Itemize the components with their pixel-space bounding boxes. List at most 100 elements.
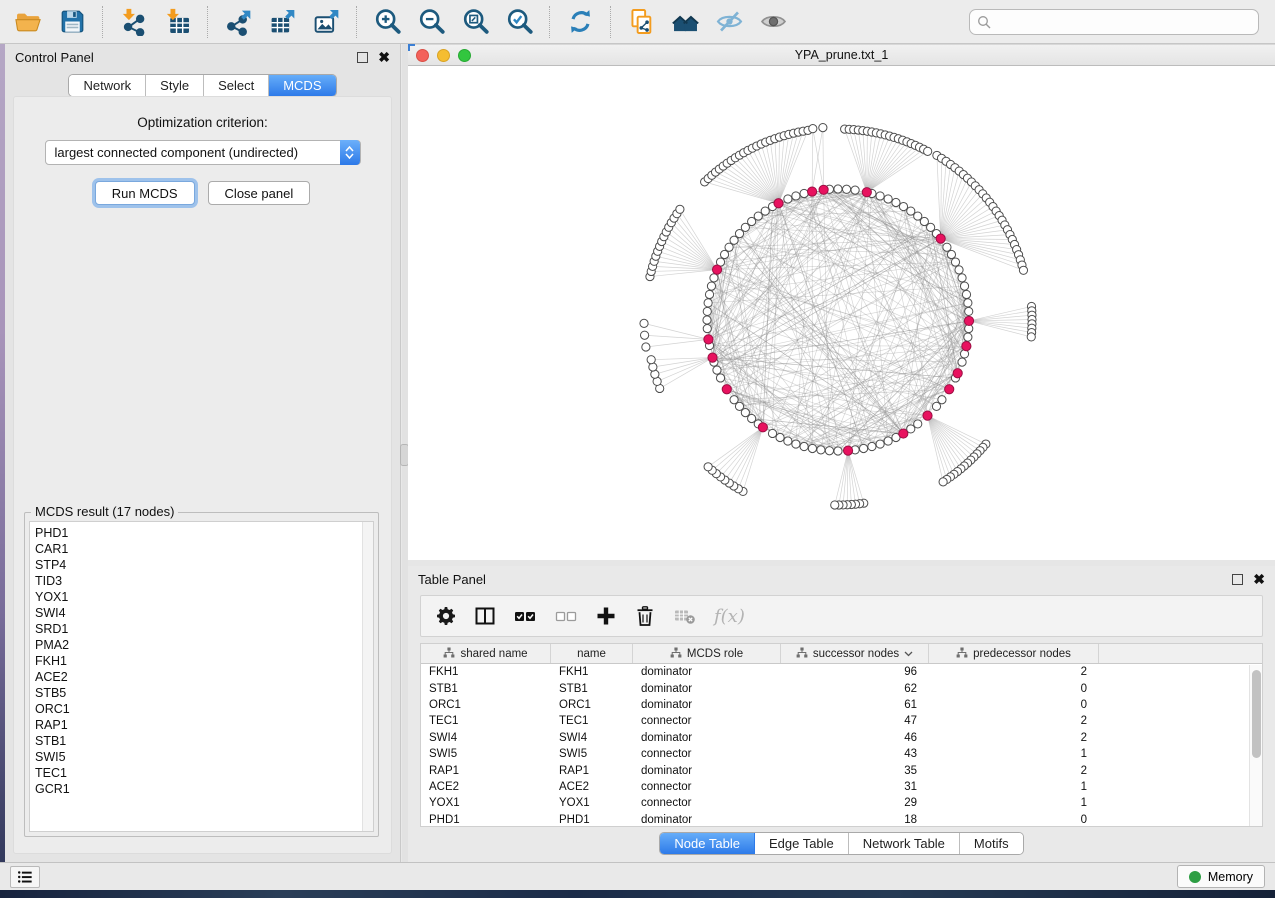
table-cell[interactable]: YOX1: [421, 797, 551, 809]
table-cell[interactable]: YOX1: [551, 797, 633, 809]
mcds-result-item[interactable]: STB5: [35, 685, 373, 701]
graph-node[interactable]: [868, 442, 876, 450]
save-session-icon[interactable]: [50, 3, 94, 41]
graph-hub-node[interactable]: [945, 385, 954, 394]
tab-node-table[interactable]: Node Table: [660, 833, 755, 854]
table-cell[interactable]: dominator: [633, 814, 781, 826]
import-network-icon[interactable]: [111, 3, 155, 41]
graph-node[interactable]: [716, 374, 724, 382]
column-header-successor-nodes[interactable]: successor nodes: [781, 644, 929, 663]
graph-node[interactable]: [703, 307, 711, 315]
tab-style[interactable]: Style: [146, 75, 204, 96]
graph-node[interactable]: [784, 437, 792, 445]
mcds-result-item[interactable]: SWI4: [35, 605, 373, 621]
graph-hub-node[interactable]: [899, 429, 908, 438]
graph-node[interactable]: [730, 396, 738, 404]
column-header-MCDS-role[interactable]: MCDS role: [633, 644, 781, 663]
mcds-result-item[interactable]: GCR1: [35, 781, 373, 797]
table-cell[interactable]: 1: [929, 797, 1099, 809]
graph-node[interactable]: [784, 195, 792, 203]
graph-node[interactable]: [720, 250, 728, 258]
table-cell[interactable]: 2: [929, 732, 1099, 744]
graph-node[interactable]: [965, 307, 973, 315]
table-row[interactable]: ACE2ACE2connector311: [421, 779, 1262, 795]
tab-edge-table[interactable]: Edge Table: [755, 833, 849, 854]
table-cell[interactable]: FKH1: [421, 666, 551, 678]
graph-hub-node[interactable]: [808, 187, 817, 196]
function-builder-icon[interactable]: f(x): [714, 606, 745, 627]
graph-node[interactable]: [703, 324, 711, 332]
graph-node[interactable]: [962, 290, 970, 298]
graph-node[interactable]: [834, 447, 842, 455]
split-view-icon[interactable]: [474, 605, 496, 627]
graph-hub-node[interactable]: [843, 446, 852, 455]
mcds-result-item[interactable]: PHD1: [35, 525, 373, 541]
graph-node[interactable]: [705, 290, 713, 298]
graph-node[interactable]: [761, 207, 769, 215]
table-cell[interactable]: dominator: [633, 683, 781, 695]
graph-node[interactable]: [647, 356, 655, 364]
table-cell[interactable]: TEC1: [421, 715, 551, 727]
graph-node[interactable]: [640, 331, 648, 339]
mcds-result-item[interactable]: TEC1: [35, 765, 373, 781]
graph-node[interactable]: [951, 258, 959, 266]
graph-node[interactable]: [676, 205, 684, 213]
graph-node[interactable]: [924, 147, 932, 155]
graph-node[interactable]: [907, 207, 915, 215]
add-column-icon[interactable]: [595, 605, 617, 627]
graph-hub-node[interactable]: [708, 353, 717, 362]
graph-hub-node[interactable]: [962, 342, 971, 351]
graph-hub-node[interactable]: [923, 411, 932, 420]
graph-node[interactable]: [713, 366, 721, 374]
new-network-from-selection-icon[interactable]: [619, 3, 663, 41]
table-cell[interactable]: 47: [781, 715, 929, 727]
table-cell[interactable]: 1: [929, 748, 1099, 760]
table-cell[interactable]: 1: [929, 781, 1099, 793]
close-panel-icon[interactable]: ✖: [378, 52, 390, 63]
table-cell[interactable]: TEC1: [551, 715, 633, 727]
graph-node[interactable]: [703, 316, 711, 324]
graph-node[interactable]: [792, 440, 800, 448]
table-row[interactable]: STB1STB1dominator620: [421, 680, 1262, 696]
graph-hub-node[interactable]: [722, 385, 731, 394]
graph-node[interactable]: [1027, 333, 1035, 341]
close-panel-button[interactable]: Close panel: [208, 181, 311, 205]
graph-hub-node[interactable]: [712, 265, 721, 274]
mcds-result-item[interactable]: SRD1: [35, 621, 373, 637]
float-panel-icon[interactable]: [357, 52, 368, 63]
graph-node[interactable]: [859, 444, 867, 452]
table-cell[interactable]: SWI4: [551, 732, 633, 744]
table-cell[interactable]: 2: [929, 765, 1099, 777]
graph-node[interactable]: [964, 333, 972, 341]
graph-node[interactable]: [914, 420, 922, 428]
graph-node[interactable]: [884, 195, 892, 203]
zoom-in-icon[interactable]: [365, 3, 409, 41]
graph-node[interactable]: [704, 299, 712, 307]
graph-hub-node[interactable]: [936, 234, 945, 243]
table-row[interactable]: SWI5SWI5connector431: [421, 746, 1262, 762]
graph-node[interactable]: [817, 446, 825, 454]
table-cell[interactable]: 29: [781, 797, 929, 809]
graph-node[interactable]: [808, 444, 816, 452]
table-cell[interactable]: STB1: [551, 683, 633, 695]
table-cell[interactable]: 2: [929, 715, 1099, 727]
tab-network-table[interactable]: Network Table: [849, 833, 960, 854]
mcds-result-item[interactable]: PMA2: [35, 637, 373, 653]
table-cell[interactable]: ACE2: [421, 781, 551, 793]
table-cell[interactable]: dominator: [633, 666, 781, 678]
search-input[interactable]: [969, 9, 1259, 35]
tab-motifs[interactable]: Motifs: [960, 833, 1023, 854]
graph-node[interactable]: [792, 192, 800, 200]
graph-node[interactable]: [958, 274, 966, 282]
table-cell[interactable]: 46: [781, 732, 929, 744]
graph-hub-node[interactable]: [964, 316, 973, 325]
table-cell[interactable]: 0: [929, 699, 1099, 711]
table-cell[interactable]: SWI4: [421, 732, 551, 744]
table-row[interactable]: YOX1YOX1connector291: [421, 795, 1262, 811]
zoom-selected-icon[interactable]: [497, 3, 541, 41]
graph-node[interactable]: [831, 501, 839, 509]
graph-node[interactable]: [964, 299, 972, 307]
mcds-result-item[interactable]: YOX1: [35, 589, 373, 605]
graph-node[interactable]: [819, 123, 827, 131]
export-network-icon[interactable]: [216, 3, 260, 41]
